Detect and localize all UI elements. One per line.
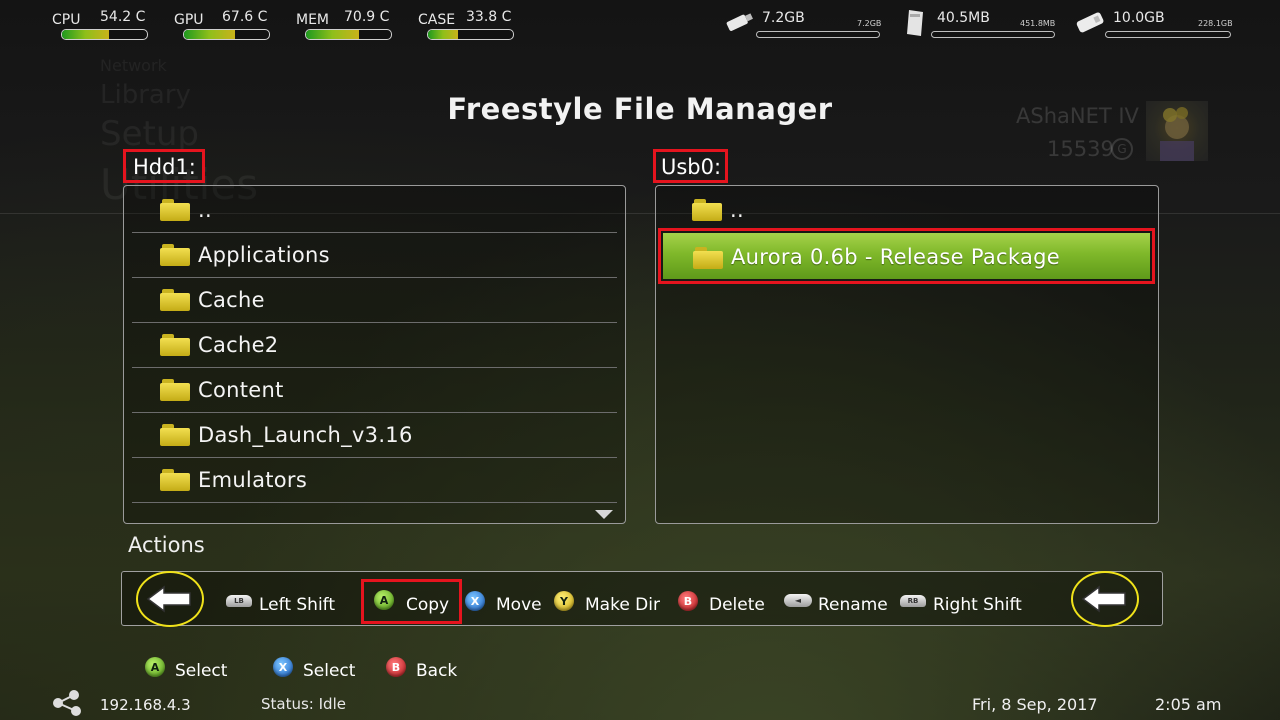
- mem-stat: MEM 70.9 C: [296, 9, 396, 40]
- actions-heading: Actions: [128, 533, 205, 557]
- mu-drive-total: 451.8MB: [1020, 19, 1056, 28]
- mu-drive-free: 40.5MB: [937, 10, 990, 26]
- usb-drive-total: 7.2GB: [857, 19, 882, 28]
- back-hint[interactable]: Back: [416, 661, 457, 681]
- list-item-label: Emulators: [198, 468, 308, 492]
- select-hint[interactable]: Select: [175, 661, 227, 681]
- selected-item-highlight: Aurora 0.6b - Release Package: [658, 228, 1155, 284]
- memory-unit-icon: [903, 8, 927, 42]
- b-button-icon: B: [386, 657, 406, 677]
- left-pane-title: Hdd1:: [133, 155, 196, 179]
- left-arrow-highlight: [136, 571, 204, 627]
- list-item-label: Dash_Launch_v3.16: [198, 423, 413, 447]
- gpu-label: GPU: [174, 12, 204, 28]
- left-pane-title-box: Hdd1:: [123, 149, 205, 183]
- date-text: Fri, 8 Sep, 2017: [972, 695, 1098, 714]
- folder-icon: [693, 247, 723, 269]
- left-arrow-icon[interactable]: [1081, 585, 1129, 613]
- case-stat: CASE 33.8 C: [418, 9, 518, 40]
- delete-action[interactable]: Delete: [709, 595, 765, 615]
- hdd-drive-bar: [1105, 31, 1231, 38]
- usb-drive-bar: [756, 31, 880, 38]
- gpu-stat: GPU 67.6 C: [174, 9, 274, 40]
- rename-action[interactable]: Rename: [818, 595, 888, 615]
- time-text: 2:05 am: [1155, 695, 1222, 714]
- gamertag: AShaNET IV: [1016, 104, 1139, 128]
- left-file-list[interactable]: .. Applications Cache Cache2 Content Das…: [123, 185, 626, 524]
- lb-bumper-icon: LB: [226, 595, 252, 607]
- folder-icon: [160, 199, 190, 221]
- hard-drive-icon: [1075, 10, 1107, 38]
- cpu-value: 54.2 C: [100, 9, 146, 25]
- cpu-bar: [61, 29, 148, 40]
- x-button-icon: X: [465, 591, 485, 611]
- case-label: CASE: [418, 12, 456, 28]
- list-item[interactable]: Content: [132, 369, 617, 413]
- network-icon: [50, 690, 86, 720]
- b-button-icon: B: [678, 591, 698, 611]
- folder-icon: [160, 424, 190, 446]
- list-item[interactable]: Cache2: [132, 324, 617, 368]
- right-pane-title: Usb0:: [661, 155, 722, 179]
- case-value: 33.8 C: [466, 9, 512, 25]
- menu-item-network: Network: [100, 56, 167, 75]
- mem-bar: [305, 29, 392, 40]
- usb-drive-free: 7.2GB: [762, 10, 805, 26]
- list-item-label: Cache2: [198, 333, 279, 357]
- list-item-label: Content: [198, 378, 284, 402]
- list-item[interactable]: Dash_Launch_v3.16: [132, 414, 617, 458]
- list-item-label: ..: [730, 198, 744, 222]
- gamerscore-icon: G: [1111, 138, 1133, 160]
- folder-icon: [160, 379, 190, 401]
- status-text: Status: Idle: [261, 695, 346, 713]
- list-item[interactable]: ..: [664, 189, 1150, 233]
- make-dir-action[interactable]: Make Dir: [585, 595, 660, 615]
- mu-drive-bar: [931, 31, 1055, 38]
- folder-icon: [160, 244, 190, 266]
- left-shift-action[interactable]: Left Shift: [259, 595, 335, 615]
- cpu-label: CPU: [52, 12, 81, 28]
- move-action[interactable]: Move: [496, 595, 542, 615]
- right-pane-title-box: Usb0:: [653, 149, 728, 183]
- folder-icon: [160, 289, 190, 311]
- back-button-icon: ◄: [784, 594, 812, 607]
- x-button-icon: X: [273, 657, 293, 677]
- hdd-drive-total: 228.1GB: [1198, 19, 1233, 28]
- list-item[interactable]: Applications: [132, 234, 617, 278]
- gpu-bar: [183, 29, 270, 40]
- list-item-selected[interactable]: Aurora 0.6b - Release Package: [663, 233, 1150, 279]
- folder-icon: [160, 334, 190, 356]
- gpu-value: 67.6 C: [222, 9, 268, 25]
- right-shift-action[interactable]: Right Shift: [933, 595, 1022, 615]
- copy-action[interactable]: Copy: [406, 595, 449, 615]
- y-button-icon: Y: [554, 591, 574, 611]
- a-button-icon: A: [145, 657, 165, 677]
- list-item-label: Aurora 0.6b - Release Package: [731, 245, 1061, 269]
- list-item-label: Applications: [198, 243, 330, 267]
- rb-bumper-icon: RB: [900, 595, 926, 607]
- usb-drive-icon: [724, 10, 754, 38]
- scroll-down-icon[interactable]: [594, 506, 614, 525]
- folder-icon: [160, 469, 190, 491]
- list-item-label: Cache: [198, 288, 265, 312]
- right-arrow-highlight: [1071, 571, 1139, 627]
- select-hint-x[interactable]: Select: [303, 661, 355, 681]
- hdd-drive-free: 10.0GB: [1113, 10, 1165, 26]
- folder-icon: [692, 199, 722, 221]
- a-button-icon: A: [374, 590, 394, 610]
- cpu-stat: CPU 54.2 C: [52, 9, 152, 40]
- mem-value: 70.9 C: [344, 9, 390, 25]
- list-item-label: ..: [198, 198, 212, 222]
- gamerscore: 15539: [1047, 137, 1114, 161]
- case-bar: [427, 29, 514, 40]
- list-item[interactable]: Cache: [132, 279, 617, 323]
- mem-label: MEM: [296, 12, 330, 28]
- ip-address: 192.168.4.3: [100, 696, 191, 714]
- left-arrow-icon[interactable]: [146, 585, 194, 613]
- list-item[interactable]: ..: [132, 189, 617, 233]
- list-item[interactable]: Emulators: [132, 459, 617, 503]
- avatar: [1146, 101, 1208, 161]
